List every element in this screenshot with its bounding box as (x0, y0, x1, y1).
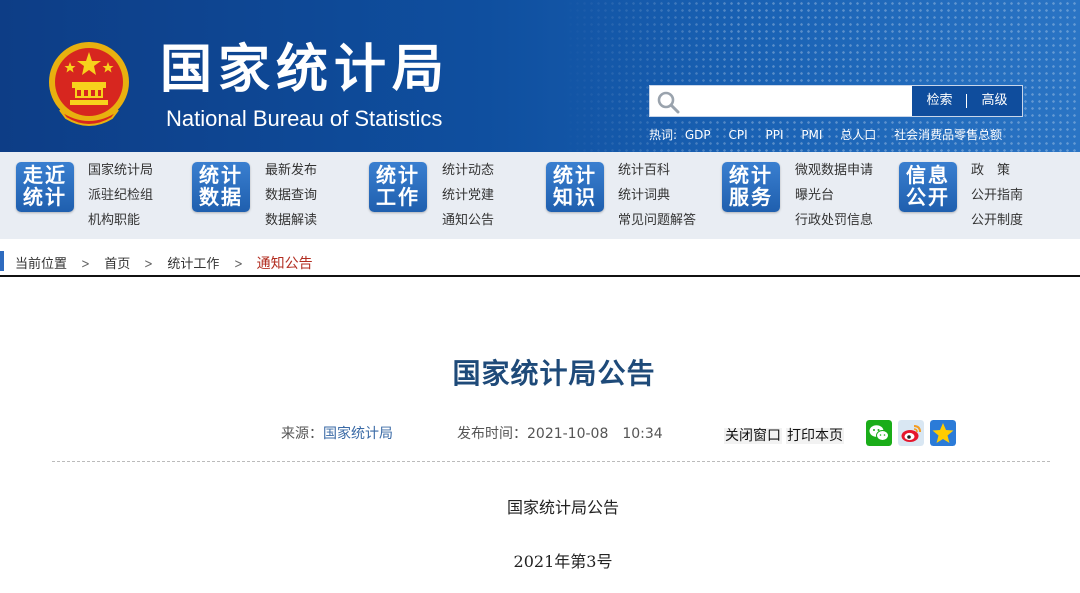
search-input[interactable] (684, 88, 910, 114)
breadcrumb-marker (0, 251, 4, 271)
chevron-right-icon: > (81, 257, 90, 272)
article-source: 来源：国家统计局 (281, 423, 393, 443)
breadcrumb-stat-work[interactable]: 统计工作 (167, 257, 219, 272)
nav-links-work: 统计动态 统计党建 通知公告 (442, 161, 494, 236)
nav-links-about: 国家统计局 派驻纪检组 机构职能 (88, 161, 153, 236)
site-subtitle: National Bureau of Statistics (166, 106, 443, 131)
wechat-share-icon[interactable] (866, 420, 892, 446)
weibo-share-icon[interactable] (898, 420, 924, 446)
nav-link[interactable]: 曝光台 (795, 186, 873, 211)
hot-word-link[interactable]: CPI (728, 128, 747, 142)
nav-link[interactable]: 派驻纪检组 (88, 186, 153, 211)
hot-word-link[interactable]: 社会消费品零售总额 (894, 128, 1002, 142)
source-value: 国家统计局 (323, 426, 393, 442)
close-window-button[interactable]: 关闭窗口 (724, 428, 782, 444)
hot-words: 热词: GDP CPI PPI PMI 总人口 社会消费品零售总额 (649, 126, 1016, 143)
nav-link[interactable]: 政 策 (971, 161, 1023, 186)
time-label: 发布时间： (457, 426, 527, 442)
nav-link[interactable]: 公开指南 (971, 186, 1023, 211)
nav-link[interactable]: 统计党建 (442, 186, 494, 211)
nav-badge-line: 服务 (729, 185, 773, 209)
hot-word-link[interactable]: 总人口 (840, 128, 876, 142)
search-icon (657, 91, 680, 114)
breadcrumb-items: 当前位置 > 首页 > 统计工作 > 通知公告 (15, 253, 313, 273)
nav-badge-line: 公开 (906, 185, 950, 209)
hot-word-link[interactable]: PMI (801, 128, 822, 142)
nav-badge-line: 统计 (729, 163, 773, 187)
article-divider (52, 461, 1050, 462)
site-title[interactable]: 国家统计局 (160, 40, 450, 100)
nav-link[interactable]: 行政处罚信息 (795, 211, 873, 236)
nav-link[interactable]: 机构职能 (88, 211, 153, 236)
breadcrumb: 当前位置 > 首页 > 统计工作 > 通知公告 (0, 249, 1080, 277)
nav-badge-line: 数据 (199, 185, 243, 209)
nav-link[interactable]: 统计词典 (618, 186, 696, 211)
nav-badge-line: 知识 (553, 185, 597, 209)
nav-badge-line: 统计 (23, 185, 67, 209)
hot-words-label: 热词: (649, 128, 678, 142)
nav-badge-line: 统计 (553, 163, 597, 187)
main-nav: 走近 统计 国家统计局 派驻纪检组 机构职能 统计 数据 最新发布 数据查询 数… (0, 152, 1080, 239)
nav-badge-line: 工作 (376, 185, 420, 209)
nav-badge-knowledge[interactable]: 统计 知识 (546, 162, 604, 212)
nav-badge-service[interactable]: 统计 服务 (722, 162, 780, 212)
nav-badge-line: 走近 (23, 163, 67, 187)
hot-word-link[interactable]: PPI (765, 128, 783, 142)
qzone-share-icon[interactable] (930, 420, 956, 446)
nav-badge-work[interactable]: 统计 工作 (369, 162, 427, 212)
nav-badge-disclosure[interactable]: 信息 公开 (899, 162, 957, 212)
article-title: 国家统计局公告 (452, 357, 656, 390)
print-page-button[interactable]: 打印本页 (786, 428, 844, 444)
nav-link[interactable]: 常见问题解答 (618, 211, 696, 236)
nav-link[interactable]: 统计百科 (618, 161, 696, 186)
nav-link[interactable]: 最新发布 (265, 161, 317, 186)
source-label: 来源： (281, 426, 323, 442)
nav-badge-data[interactable]: 统计 数据 (192, 162, 250, 212)
nav-link[interactable]: 数据解读 (265, 211, 317, 236)
article-time: 发布时间：2021-10-08 10:34 (457, 423, 663, 443)
nav-link[interactable]: 通知公告 (442, 211, 494, 236)
nav-badge-line: 统计 (376, 163, 420, 187)
search-button[interactable]: 检索 (912, 86, 967, 116)
body-heading: 国家统计局公告 (506, 498, 619, 517)
national-emblem-logo[interactable] (46, 38, 132, 130)
nav-links-knowledge: 统计百科 统计词典 常见问题解答 (618, 161, 696, 236)
nav-link[interactable]: 统计动态 (442, 161, 494, 186)
chevron-right-icon: > (233, 257, 243, 272)
time-value: 2021-10-08 10:34 (527, 426, 663, 442)
nav-links-disclosure: 政 策 公开指南 公开制度 (971, 161, 1023, 236)
nav-link[interactable]: 微观数据申请 (795, 161, 873, 186)
chevron-right-icon: > (144, 257, 154, 272)
breadcrumb-home[interactable]: 首页 (104, 257, 130, 272)
nav-link[interactable]: 数据查询 (265, 186, 317, 211)
nav-badge-line: 统计 (199, 163, 243, 187)
nav-badge-about[interactable]: 走近 统计 (16, 162, 74, 212)
nav-link[interactable]: 国家统计局 (88, 161, 153, 186)
nav-link[interactable]: 公开制度 (971, 211, 1023, 236)
breadcrumb-label: 当前位置 (15, 257, 68, 272)
search-box: 检索 高级 (649, 85, 1023, 117)
nav-links-service: 微观数据申请 曝光台 行政处罚信息 (795, 161, 873, 236)
nav-links-data: 最新发布 数据查询 数据解读 (265, 161, 317, 236)
advanced-search-button[interactable]: 高级 (967, 86, 1022, 116)
article-actions: 关闭窗口 打印本页 (724, 425, 848, 445)
hot-word-link[interactable]: GDP (685, 128, 711, 142)
nav-badge-line: 信息 (906, 163, 950, 187)
breadcrumb-current[interactable]: 通知公告 (257, 256, 313, 272)
body-number: 2021年第3号 (513, 552, 613, 571)
site-header: 国家统计局 National Bureau of Statistics 检索 高… (0, 0, 1080, 152)
